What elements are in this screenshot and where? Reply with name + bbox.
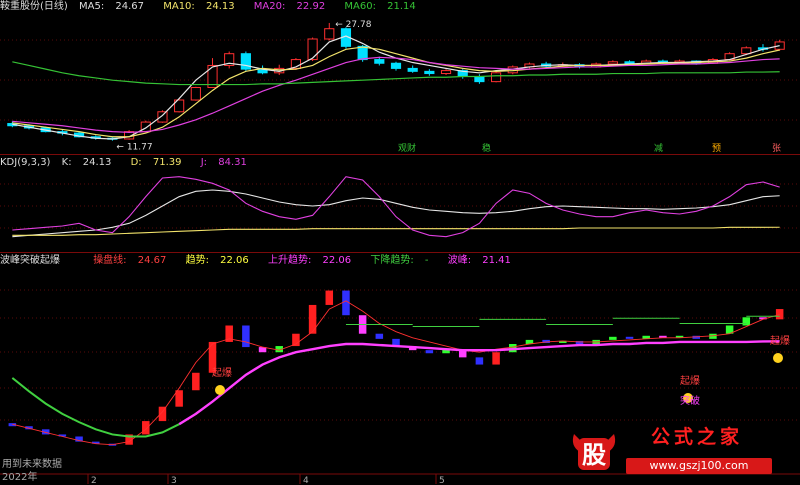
signal-marker: 起爆 [212,367,232,379]
indicator-bar [242,325,250,348]
trend-line-down [11,377,180,438]
month-label: 2 [91,476,97,484]
chart-window: 鞍重股份(日线) MA5: 24.67 MA10: 24.13 MA20: 22… [0,0,800,484]
signal-tag: 减 [654,142,663,154]
watermark-text: 公式之家 [622,426,772,448]
indicator-bar [142,421,150,435]
candle-body [424,70,435,75]
indicator-bar [475,357,484,365]
ma-line-ma5 [12,35,780,140]
candle-body [624,61,635,64]
signal-tag: 预 [712,143,721,154]
candle-body [190,87,201,101]
indicator-bar [742,317,751,326]
candle-body [407,67,418,72]
signal-marker: 突破 [680,394,700,407]
candle-body [474,75,485,83]
indicator-bar [308,304,317,334]
candle-body [607,61,618,65]
candle-body [440,70,452,75]
smiley-icon [215,385,225,395]
indicator-bar [175,390,183,407]
candle-body [324,28,335,40]
high-price-label: ← 27.78 [335,20,371,30]
bull-logo-icon: 股 [572,434,616,470]
indicator-bar [775,309,784,320]
ma-line-ma10 [12,46,780,138]
indicator-bar [192,372,200,391]
chart-canvas: ← 27.78← 11.77 观财稳减预张起爆起爆起爆突破2 3 4 5 [0,20,800,484]
watermark-logo: 股 [568,424,620,476]
signal-tag: 观财 [398,142,416,154]
signal-marker: 起爆 [680,375,700,387]
candle-body [240,53,251,70]
indicator-bar [375,333,384,339]
signal-tag: 稳 [482,142,491,154]
candle-body [374,59,385,64]
month-label: 4 [303,476,309,484]
smiley-icon [773,353,783,363]
indicator-bar [609,336,617,340]
indicator-bar [425,350,434,354]
candle-body [490,72,502,83]
candle-body [357,45,368,61]
indicator-bar [625,336,634,339]
candle-body [390,62,402,69]
kdj-line-d [12,226,780,236]
candle-body [157,111,168,123]
future-data-note: 用到未来数据 [2,459,62,470]
indicator-bar [325,290,334,305]
year-label: 2022年 [2,472,38,483]
watermark-url: www.gszj100.com [626,458,772,474]
candle-body [307,38,318,61]
indicator-bar [492,352,500,365]
low-price-label: ← 11.77 [116,143,152,153]
logo-char: 股 [582,441,606,469]
signal-tag: 张 [772,143,781,154]
month-label: 5 [439,476,445,484]
operating-line [12,300,780,446]
month-label: 3 [171,476,177,484]
signal-marker: 起爆 [770,335,790,347]
